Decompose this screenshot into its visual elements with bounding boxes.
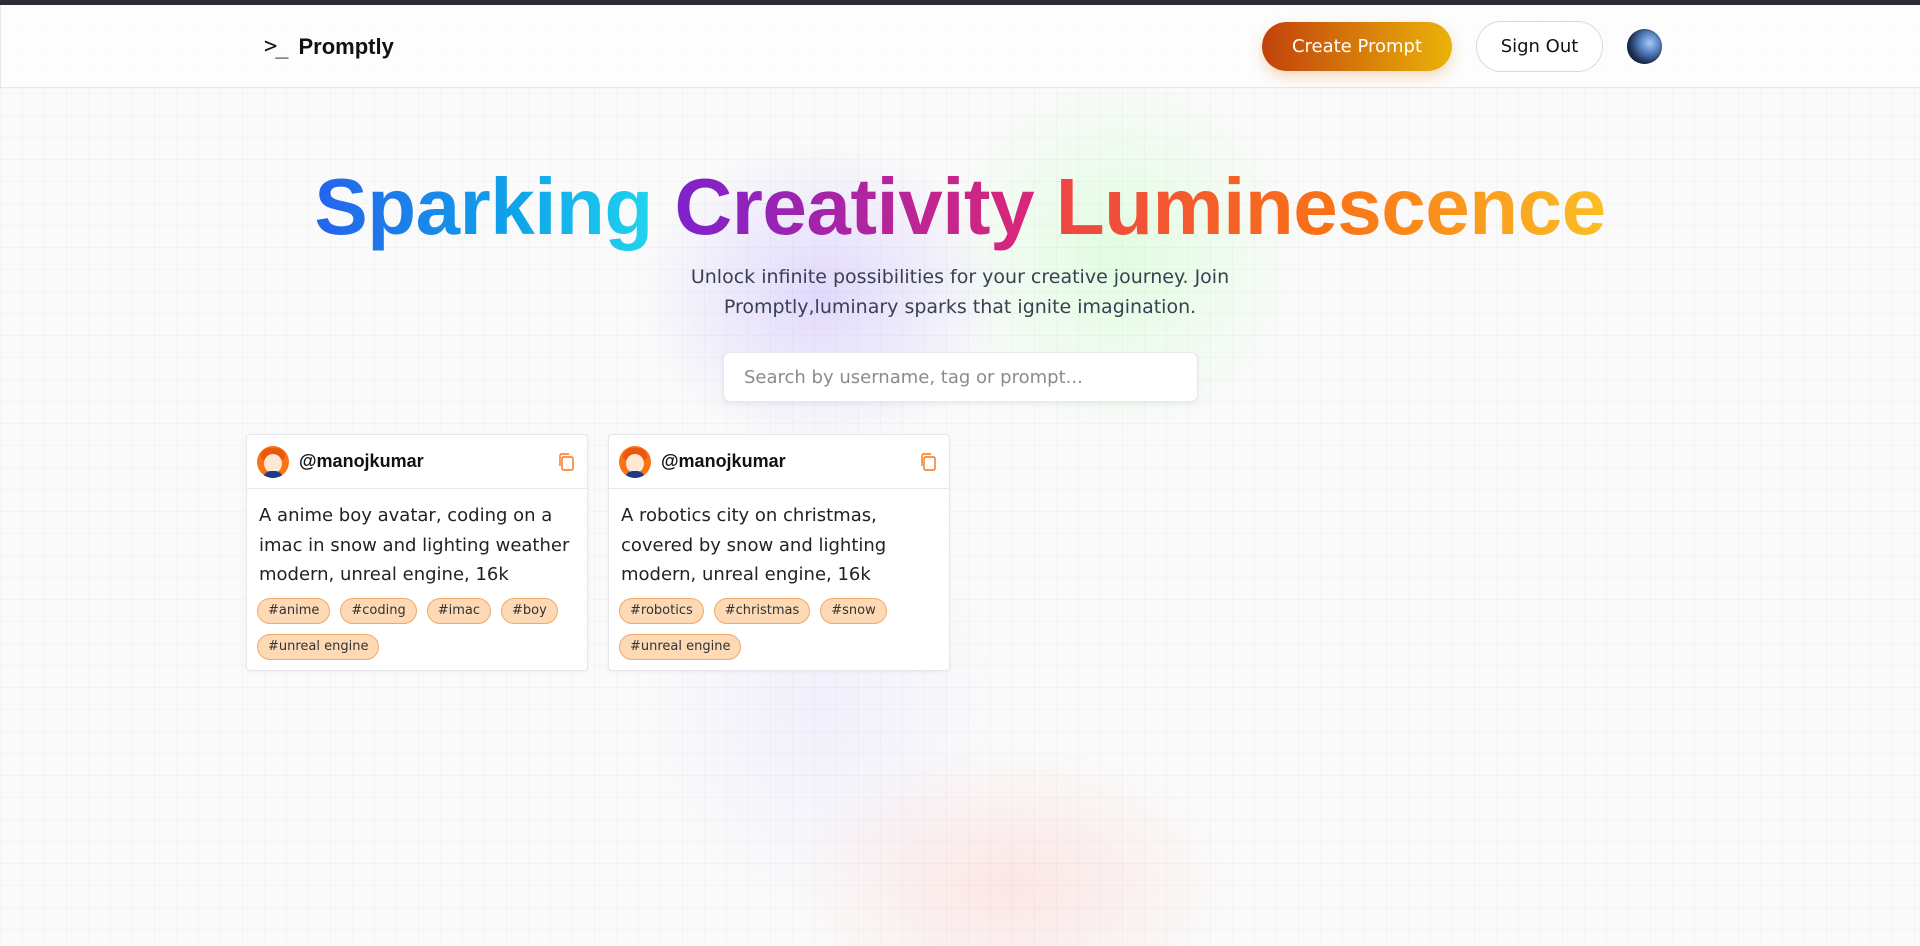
logo-link[interactable]: >_ Promptly — [264, 34, 394, 60]
hero-title: Sparking Creativity Luminescence — [0, 162, 1920, 252]
hero-title-part-1: Sparking — [314, 162, 653, 251]
card-tag-list: #anime #coding #imac #boy #unreal engine — [247, 590, 587, 660]
card-header: @manojkumar — [609, 435, 949, 489]
card-username[interactable]: @manojkumar — [299, 451, 424, 472]
user-avatar[interactable] — [1627, 29, 1662, 64]
copy-icon[interactable] — [919, 452, 937, 472]
tag-chip[interactable]: #coding — [340, 597, 417, 624]
logo-text: Promptly — [298, 34, 394, 59]
hero-title-part-2: Creativity — [674, 162, 1035, 251]
card-prompt-text: A robotics city on christmas, covered by… — [621, 505, 887, 585]
card-header: @manojkumar — [247, 435, 587, 489]
navbar: >_ Promptly Create Prompt Sign Out — [0, 5, 1920, 88]
tag-chip[interactable]: #anime — [257, 597, 331, 624]
sign-out-button[interactable]: Sign Out — [1476, 21, 1603, 72]
card-prompt-text: A anime boy avatar, coding on a imac in … — [259, 505, 570, 585]
hero-description-line-2: Promptly,luminary sparks that ignite ima… — [723, 296, 1197, 318]
tag-chip[interactable]: #boy — [501, 597, 558, 624]
tag-chip[interactable]: #unreal engine — [619, 633, 742, 660]
search-input[interactable] — [723, 352, 1198, 402]
hero-description: Unlock infinite possibilities for your c… — [660, 262, 1260, 322]
hero-description-line-1: Unlock infinite possibilities for your c… — [690, 266, 1230, 288]
card-username[interactable]: @manojkumar — [661, 451, 786, 472]
tag-chip[interactable]: #robotics — [619, 597, 704, 624]
tag-chip[interactable]: #unreal engine — [257, 633, 380, 660]
prompt-card: @manojkumar A anime boy avatar, coding o… — [246, 434, 588, 671]
prompt-card: @manojkumar A robotics city on christmas… — [608, 434, 950, 671]
terminal-prompt-icon: >_ — [264, 34, 288, 59]
tag-chip[interactable]: #christmas — [713, 597, 811, 624]
create-prompt-button[interactable]: Create Prompt — [1262, 22, 1452, 71]
card-tag-list: #robotics #christmas #snow #unreal engin… — [609, 590, 949, 660]
anime-avatar[interactable] — [257, 445, 289, 478]
tag-chip[interactable]: #snow — [820, 597, 887, 624]
hero-title-part-3: Luminescence — [1055, 162, 1606, 251]
tag-chip[interactable]: #imac — [426, 597, 492, 624]
copy-icon[interactable] — [557, 452, 575, 472]
anime-avatar[interactable] — [619, 445, 651, 478]
